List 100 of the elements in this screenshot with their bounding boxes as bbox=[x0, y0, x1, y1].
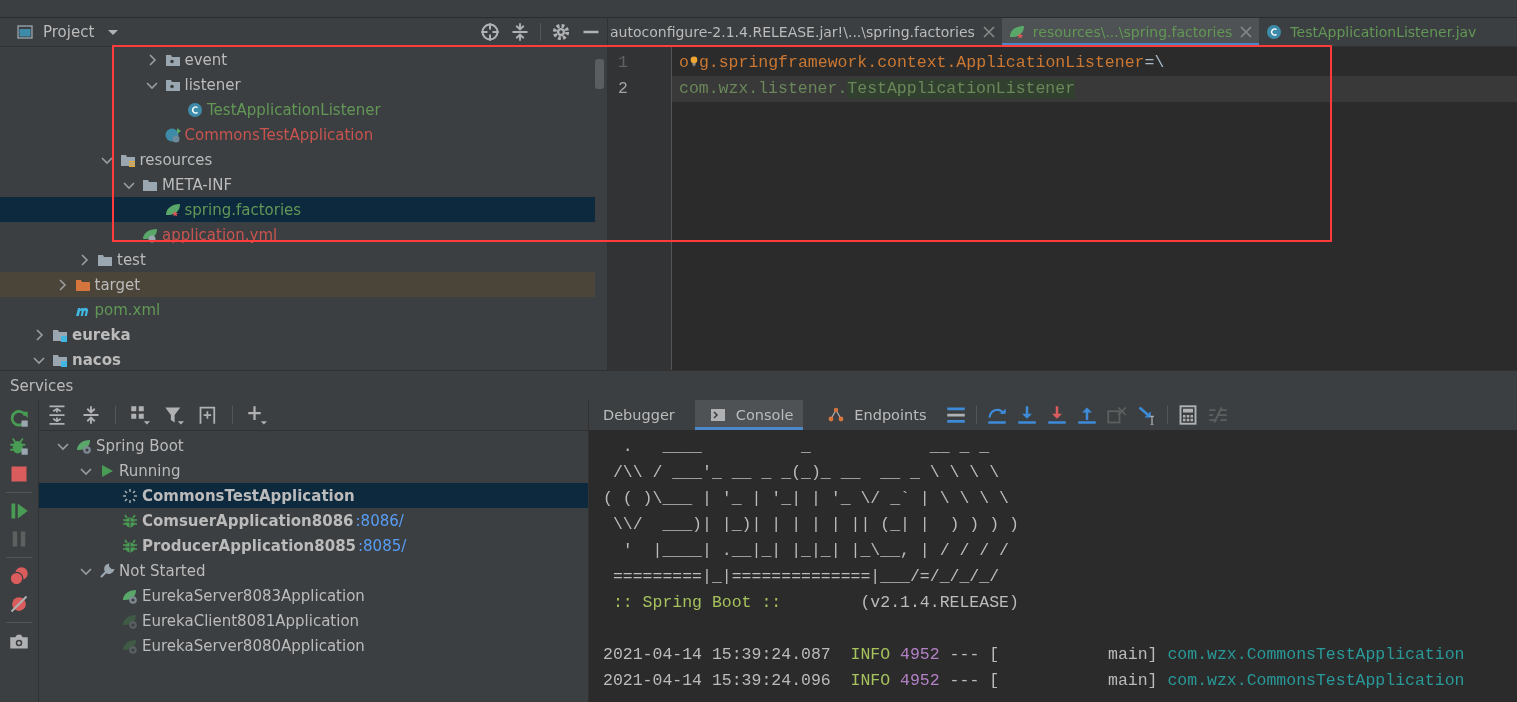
item-label: META-INF bbox=[162, 175, 233, 194]
collapse-icon[interactable] bbox=[510, 22, 530, 42]
item-label: listener bbox=[184, 75, 241, 94]
group-icon[interactable] bbox=[130, 405, 150, 425]
console-tab[interactable]: Debugger bbox=[593, 400, 685, 430]
tree-row[interactable]: EurekaServer8080Application bbox=[39, 633, 588, 658]
item-label: CommonsTestApplication bbox=[184, 125, 374, 144]
url-link[interactable]: :8086/ bbox=[355, 511, 404, 530]
tree-row[interactable]: resources bbox=[0, 147, 595, 172]
console-line: ' |____| .__|_| |_|_| |_\__, | / / / / bbox=[621, 540, 1010, 562]
item-label: TestApplicationListener bbox=[207, 100, 381, 119]
item-label: Not Started bbox=[119, 561, 206, 580]
scrollbar-thumb[interactable] bbox=[595, 59, 604, 89]
nodes-icon bbox=[828, 407, 845, 423]
breakpoints-icon[interactable] bbox=[9, 566, 29, 586]
url-link[interactable]: :8085/ bbox=[358, 536, 407, 555]
bug-icon bbox=[122, 512, 138, 529]
play-icon bbox=[99, 462, 115, 479]
step-into-icon[interactable] bbox=[1017, 405, 1038, 425]
tree-row[interactable]: eureka bbox=[0, 322, 595, 347]
console-line: 2021-04-14 15:39:24.087 INFO 4952 --- [ main] com.wzx.CommonsTestApplication bbox=[603, 644, 1466, 666]
console-tab[interactable]: Console bbox=[694, 400, 804, 430]
tree-row[interactable]: Running bbox=[39, 458, 588, 483]
tree-row[interactable]: EurekaClient8081Application bbox=[39, 608, 588, 633]
console-line: . ____ _ __ _ _ bbox=[621, 436, 991, 458]
console-line: \\/ ___)| |_)| | | | | || (_| | ) ) ) ) bbox=[611, 514, 1020, 536]
tree-row[interactable]: nacos bbox=[0, 347, 595, 370]
tree-row[interactable]: ProducerApplication8085:8085/ bbox=[39, 533, 588, 558]
console-tab[interactable]: Endpoints bbox=[813, 400, 937, 430]
stop-icon[interactable] bbox=[9, 464, 29, 484]
filter-icon[interactable] bbox=[164, 405, 184, 425]
calculator-icon[interactable] bbox=[1178, 405, 1199, 425]
tree-row[interactable]: test bbox=[0, 247, 595, 272]
rerun-icon[interactable] bbox=[9, 408, 29, 428]
item-label: application.yml bbox=[162, 225, 278, 244]
tree-row[interactable]: pom.xml bbox=[0, 297, 595, 322]
force-step-into-icon[interactable] bbox=[1047, 405, 1068, 425]
line-number: 2 bbox=[617, 78, 629, 100]
expand-all-icon[interactable] bbox=[47, 405, 67, 425]
tree-row[interactable]: Spring Boot bbox=[39, 433, 588, 458]
wrench-icon bbox=[99, 562, 115, 579]
tree-row[interactable]: event bbox=[0, 47, 595, 72]
item-label: Running bbox=[119, 461, 181, 480]
code-line: o g.springframework.context.ApplicationListener=\ bbox=[678, 50, 1166, 74]
class-icon bbox=[187, 101, 203, 118]
tree-row[interactable]: TestApplicationListener bbox=[0, 97, 595, 122]
locate-icon[interactable] bbox=[480, 22, 500, 42]
item-label: target bbox=[94, 275, 141, 294]
leaf-icon bbox=[142, 226, 158, 243]
console-line: :: Spring Boot :: (v2.1.4.RELEASE) bbox=[611, 592, 1020, 614]
tree-row[interactable]: META-INF bbox=[0, 172, 595, 197]
tree-row[interactable]: Not Started bbox=[39, 558, 588, 583]
item-label: CommonsTestApplication bbox=[142, 486, 355, 505]
leaf-icon bbox=[122, 612, 138, 629]
console-icon bbox=[709, 407, 726, 423]
item-label: eureka bbox=[72, 325, 131, 344]
settings-icon[interactable] bbox=[551, 22, 571, 42]
lines-icon[interactable] bbox=[946, 405, 967, 425]
item-label: resources bbox=[139, 150, 213, 169]
item-label: EurekaServer8080Application bbox=[142, 636, 365, 655]
tree-row[interactable]: listener bbox=[0, 72, 595, 97]
item-label: ComsuerApplication8086 bbox=[142, 511, 354, 530]
tree-row[interactable]: EurekaServer8083Application bbox=[39, 583, 588, 608]
project-view-selector[interactable]: Project bbox=[12, 23, 126, 41]
class-icon bbox=[1266, 24, 1283, 40]
item-label: event bbox=[184, 50, 228, 69]
collapse-icon[interactable] bbox=[81, 405, 101, 425]
editor-tab[interactable]: TestApplicationListener.jav bbox=[1259, 18, 1480, 46]
tree-row[interactable]: spring.factories bbox=[0, 197, 595, 222]
item-label: test bbox=[117, 250, 146, 269]
step-out-icon[interactable] bbox=[1077, 405, 1098, 425]
leaf-icon bbox=[122, 587, 138, 604]
item-label: EurekaClient8081Application bbox=[142, 611, 360, 630]
leaf-icon bbox=[164, 201, 181, 218]
console-line: 2021-04-14 15:39:24.096 INFO 4952 --- [ main] com.wzx.CommonsTestApplication bbox=[603, 670, 1466, 692]
new-tab-icon[interactable] bbox=[198, 405, 218, 425]
console-line: ( ( )\___ | '_ | '_| | '_ \/ _` | \ \ \ \ bbox=[603, 488, 1010, 510]
leaf-icon bbox=[1008, 24, 1025, 40]
console-line: /\\ / ___'_ __ _ _(_)_ __ __ _ \ \ \ \ bbox=[611, 462, 1001, 484]
mute-breakpoints-icon[interactable] bbox=[9, 594, 29, 614]
spinner-icon bbox=[122, 487, 138, 504]
item-label: Spring Boot bbox=[96, 436, 184, 455]
bug-icon bbox=[122, 537, 138, 554]
item-label: nacos bbox=[72, 350, 121, 369]
leaf-icon bbox=[122, 637, 138, 654]
item-label: ProducerApplication8085 bbox=[142, 536, 356, 555]
item-label: pom.xml bbox=[94, 300, 161, 319]
tree-row[interactable]: target bbox=[0, 272, 595, 297]
item-label: spring.factories bbox=[184, 200, 302, 219]
class-icon bbox=[164, 126, 181, 143]
bug-icon[interactable] bbox=[9, 436, 29, 456]
tree-row[interactable]: ComsuerApplication8086:8086/ bbox=[39, 508, 588, 533]
console-line: =========|_|==============|___/=/_/_/_/ bbox=[611, 566, 1001, 588]
resume-icon[interactable] bbox=[9, 501, 29, 521]
editor-tab[interactable]: autoconfigure-2.1.4.RELEASE.jar!\...\spring.factories bbox=[608, 18, 1002, 46]
item-label: EurekaServer8083Application bbox=[142, 586, 365, 605]
add-icon[interactable] bbox=[247, 405, 267, 425]
window-icon bbox=[17, 24, 33, 40]
leaf-icon bbox=[76, 437, 92, 454]
tree-row[interactable]: CommonsTestApplication bbox=[39, 483, 588, 508]
